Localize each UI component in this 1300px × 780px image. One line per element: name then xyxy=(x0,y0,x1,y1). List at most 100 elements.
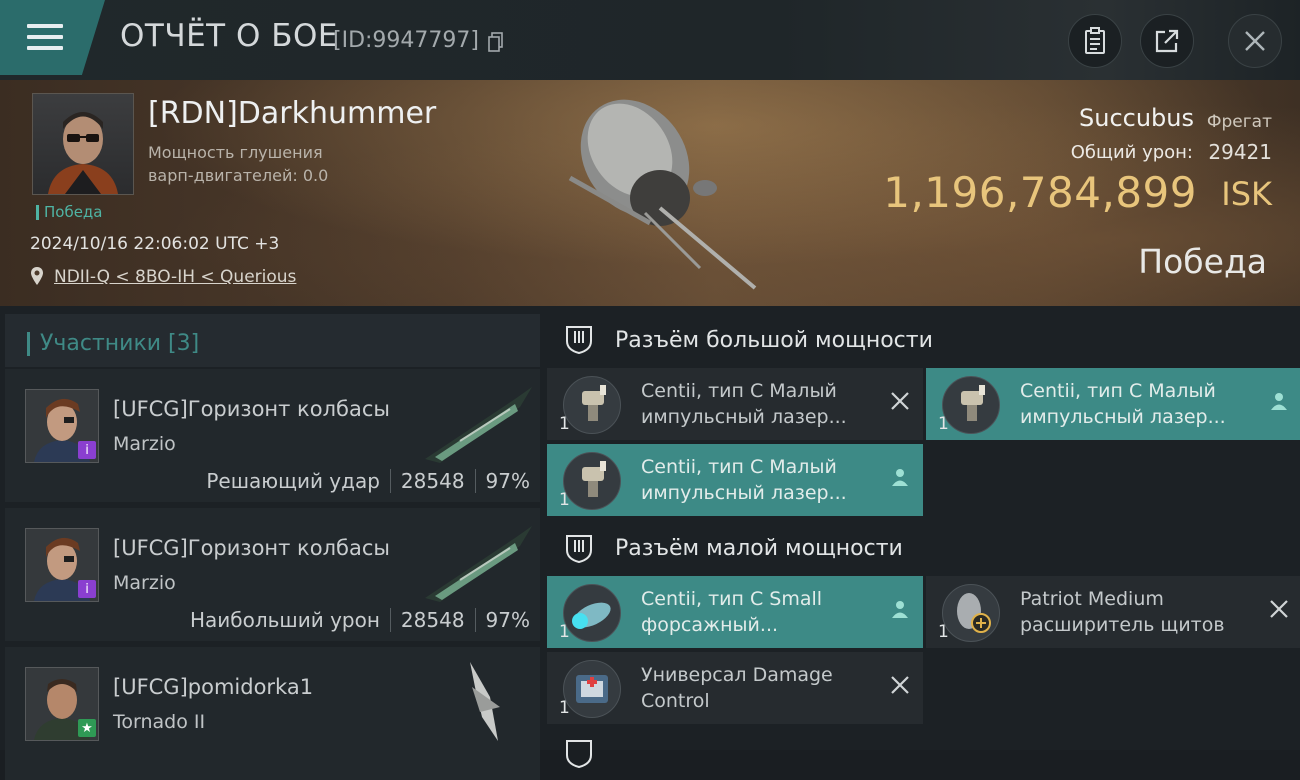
next-slot-icon xyxy=(566,740,592,768)
participant-badge: i xyxy=(78,441,96,459)
share-icon xyxy=(1155,29,1179,53)
victim-ship-class: Фрегат xyxy=(1206,112,1272,132)
warp-scramble-value: варп-двигателей: 0.0 xyxy=(148,166,329,185)
module-quantity: 1 xyxy=(938,622,949,642)
participant-role: Наибольший урон xyxy=(189,608,380,632)
victim-ship-image xyxy=(568,99,757,290)
module-item[interactable]: 1 Centii, тип C Малый импульсный лазер..… xyxy=(547,368,923,440)
divider xyxy=(389,469,391,493)
victim-ship-name[interactable]: Succubus xyxy=(1079,104,1194,132)
location-pin-icon xyxy=(31,267,43,285)
victory-status: Победа xyxy=(36,205,103,220)
participant-ship-image xyxy=(470,662,500,741)
pulse-laser-icon xyxy=(942,376,1000,434)
menu-icon[interactable] xyxy=(27,24,63,50)
module-name: Centii, тип C Small xyxy=(641,588,823,610)
module-name-line2: расширитель щитов xyxy=(1020,614,1225,636)
participant-percent: 97% xyxy=(485,469,530,493)
divider xyxy=(474,469,476,493)
copy-icon[interactable] xyxy=(488,32,504,52)
pilot-portrait[interactable] xyxy=(32,93,134,195)
module-quantity: 1 xyxy=(559,622,570,642)
participant-percent: 97% xyxy=(485,608,530,632)
shield-extender-icon xyxy=(942,584,1000,642)
participant-name[interactable]: [UFCG]Горизонт колбасы xyxy=(113,397,390,421)
report-button[interactable] xyxy=(1068,14,1122,68)
pilot-avatar xyxy=(48,112,118,194)
header-bar: ОТЧЁТ О БОЕ [ID:9947797] xyxy=(0,0,1300,80)
participant-badge: i xyxy=(78,580,96,598)
location-link[interactable]: NDII-Q < 8BO-IH < Querious xyxy=(54,267,296,287)
page-title: ОТЧЁТ О БОЕ xyxy=(120,18,338,54)
isk-value: 1,196,784,899 xyxy=(883,168,1197,217)
pulse-laser-icon xyxy=(563,376,621,434)
afterburner-icon xyxy=(563,584,621,642)
low-slot-icon xyxy=(566,535,592,563)
dropped-person-icon xyxy=(892,469,908,486)
destroyed-icon xyxy=(891,392,909,410)
participant-row[interactable]: ★ [UFCG]pomidorka1 Tornado II xyxy=(5,647,540,780)
module-quantity: 1 xyxy=(559,490,570,510)
high-slot-icon xyxy=(566,326,592,354)
divider xyxy=(474,608,476,632)
low-slot-title: Разъём малой мощности xyxy=(615,536,903,561)
module-name-line2: импульсный лазер... xyxy=(641,406,847,428)
destroyed-icon xyxy=(1270,600,1288,618)
close-icon xyxy=(1245,31,1265,51)
module-name-line2: Control xyxy=(641,690,710,712)
module-quantity: 1 xyxy=(559,414,570,434)
participant-name[interactable]: [UFCG]pomidorka1 xyxy=(113,675,313,699)
participants-panel: Участники [3] i [UFCG]Горизонт колбасы M… xyxy=(0,306,540,780)
participant-ship: Tornado II xyxy=(113,711,206,733)
pilot-name[interactable]: [RDN]Darkhummer xyxy=(148,96,436,131)
module-item[interactable]: 1 Centii, тип C Малый импульсный лазер..… xyxy=(547,444,923,516)
warp-scramble-label: Мощность глушения xyxy=(148,143,323,162)
module-item[interactable]: 1 Centii, тип C Small форсажный... xyxy=(547,576,923,648)
share-button[interactable] xyxy=(1140,14,1194,68)
participants-title: Участники [3] xyxy=(27,332,199,356)
participant-ship-image xyxy=(425,526,532,602)
module-name-line2: импульсный лазер... xyxy=(1020,406,1226,428)
damage-control-icon xyxy=(563,660,621,718)
battle-id: [ID:9947797] xyxy=(333,28,479,53)
report-icon xyxy=(1085,27,1105,54)
module-item[interactable]: 1 Универсал Damage Control xyxy=(547,652,923,724)
module-name: Centii, тип C Малый xyxy=(641,380,837,402)
high-slot-title: Разъём большой мощности xyxy=(615,328,933,353)
participant-row[interactable]: i [UFCG]Горизонт колбасы Marzio Наибольш… xyxy=(5,508,540,641)
participant-damage: 28548 xyxy=(400,608,465,632)
participant-ship: Marzio xyxy=(113,433,176,455)
participant-row[interactable]: i [UFCG]Горизонт колбасы Marzio Решающий… xyxy=(5,369,540,502)
dropped-person-icon xyxy=(892,601,908,618)
module-name: Centii, тип C Малый xyxy=(1020,380,1216,402)
participant-badge: ★ xyxy=(78,719,96,737)
total-damage-label: Общий урон: xyxy=(1070,142,1193,163)
destroyed-icon xyxy=(891,676,909,694)
fitting-panel: Разъём большой мощности 1 Centii, тип C … xyxy=(540,306,1300,768)
module-quantity: 1 xyxy=(938,414,949,434)
battle-summary: [RDN]Darkhummer Мощность глушения варп-д… xyxy=(0,80,1300,306)
close-button[interactable] xyxy=(1228,14,1282,68)
battle-datetime: 2024/10/16 22:06:02 UTC +3 xyxy=(30,234,280,254)
participant-ship-image xyxy=(425,387,532,463)
module-name: Patriot Medium xyxy=(1020,588,1164,610)
isk-label: ISK xyxy=(1221,175,1272,213)
participant-stats: Решающий удар 28548 97% xyxy=(206,469,530,493)
divider xyxy=(389,608,391,632)
module-name-line2: форсажный... xyxy=(641,614,779,636)
participant-role: Решающий удар xyxy=(206,469,380,493)
module-item[interactable]: 1 Centii, тип C Малый импульсный лазер..… xyxy=(926,368,1300,440)
participant-name[interactable]: [UFCG]Горизонт колбасы xyxy=(113,536,390,560)
participant-stats: Наибольший урон 28548 97% xyxy=(190,608,530,632)
participant-ship: Marzio xyxy=(113,572,176,594)
module-item[interactable]: 1 Patriot Medium расширитель щитов xyxy=(926,576,1300,648)
pulse-laser-icon xyxy=(563,452,621,510)
dropped-person-icon xyxy=(1271,393,1287,410)
module-name-line2: импульсный лазер... xyxy=(641,482,847,504)
battle-result: Победа xyxy=(1138,242,1267,281)
participant-damage: 28548 xyxy=(400,469,465,493)
module-name: Centii, тип C Малый xyxy=(641,456,837,478)
module-name: Универсал Damage xyxy=(641,664,833,686)
participants-header: Участники [3] xyxy=(5,314,540,367)
total-damage-value: 29421 xyxy=(1208,140,1272,164)
